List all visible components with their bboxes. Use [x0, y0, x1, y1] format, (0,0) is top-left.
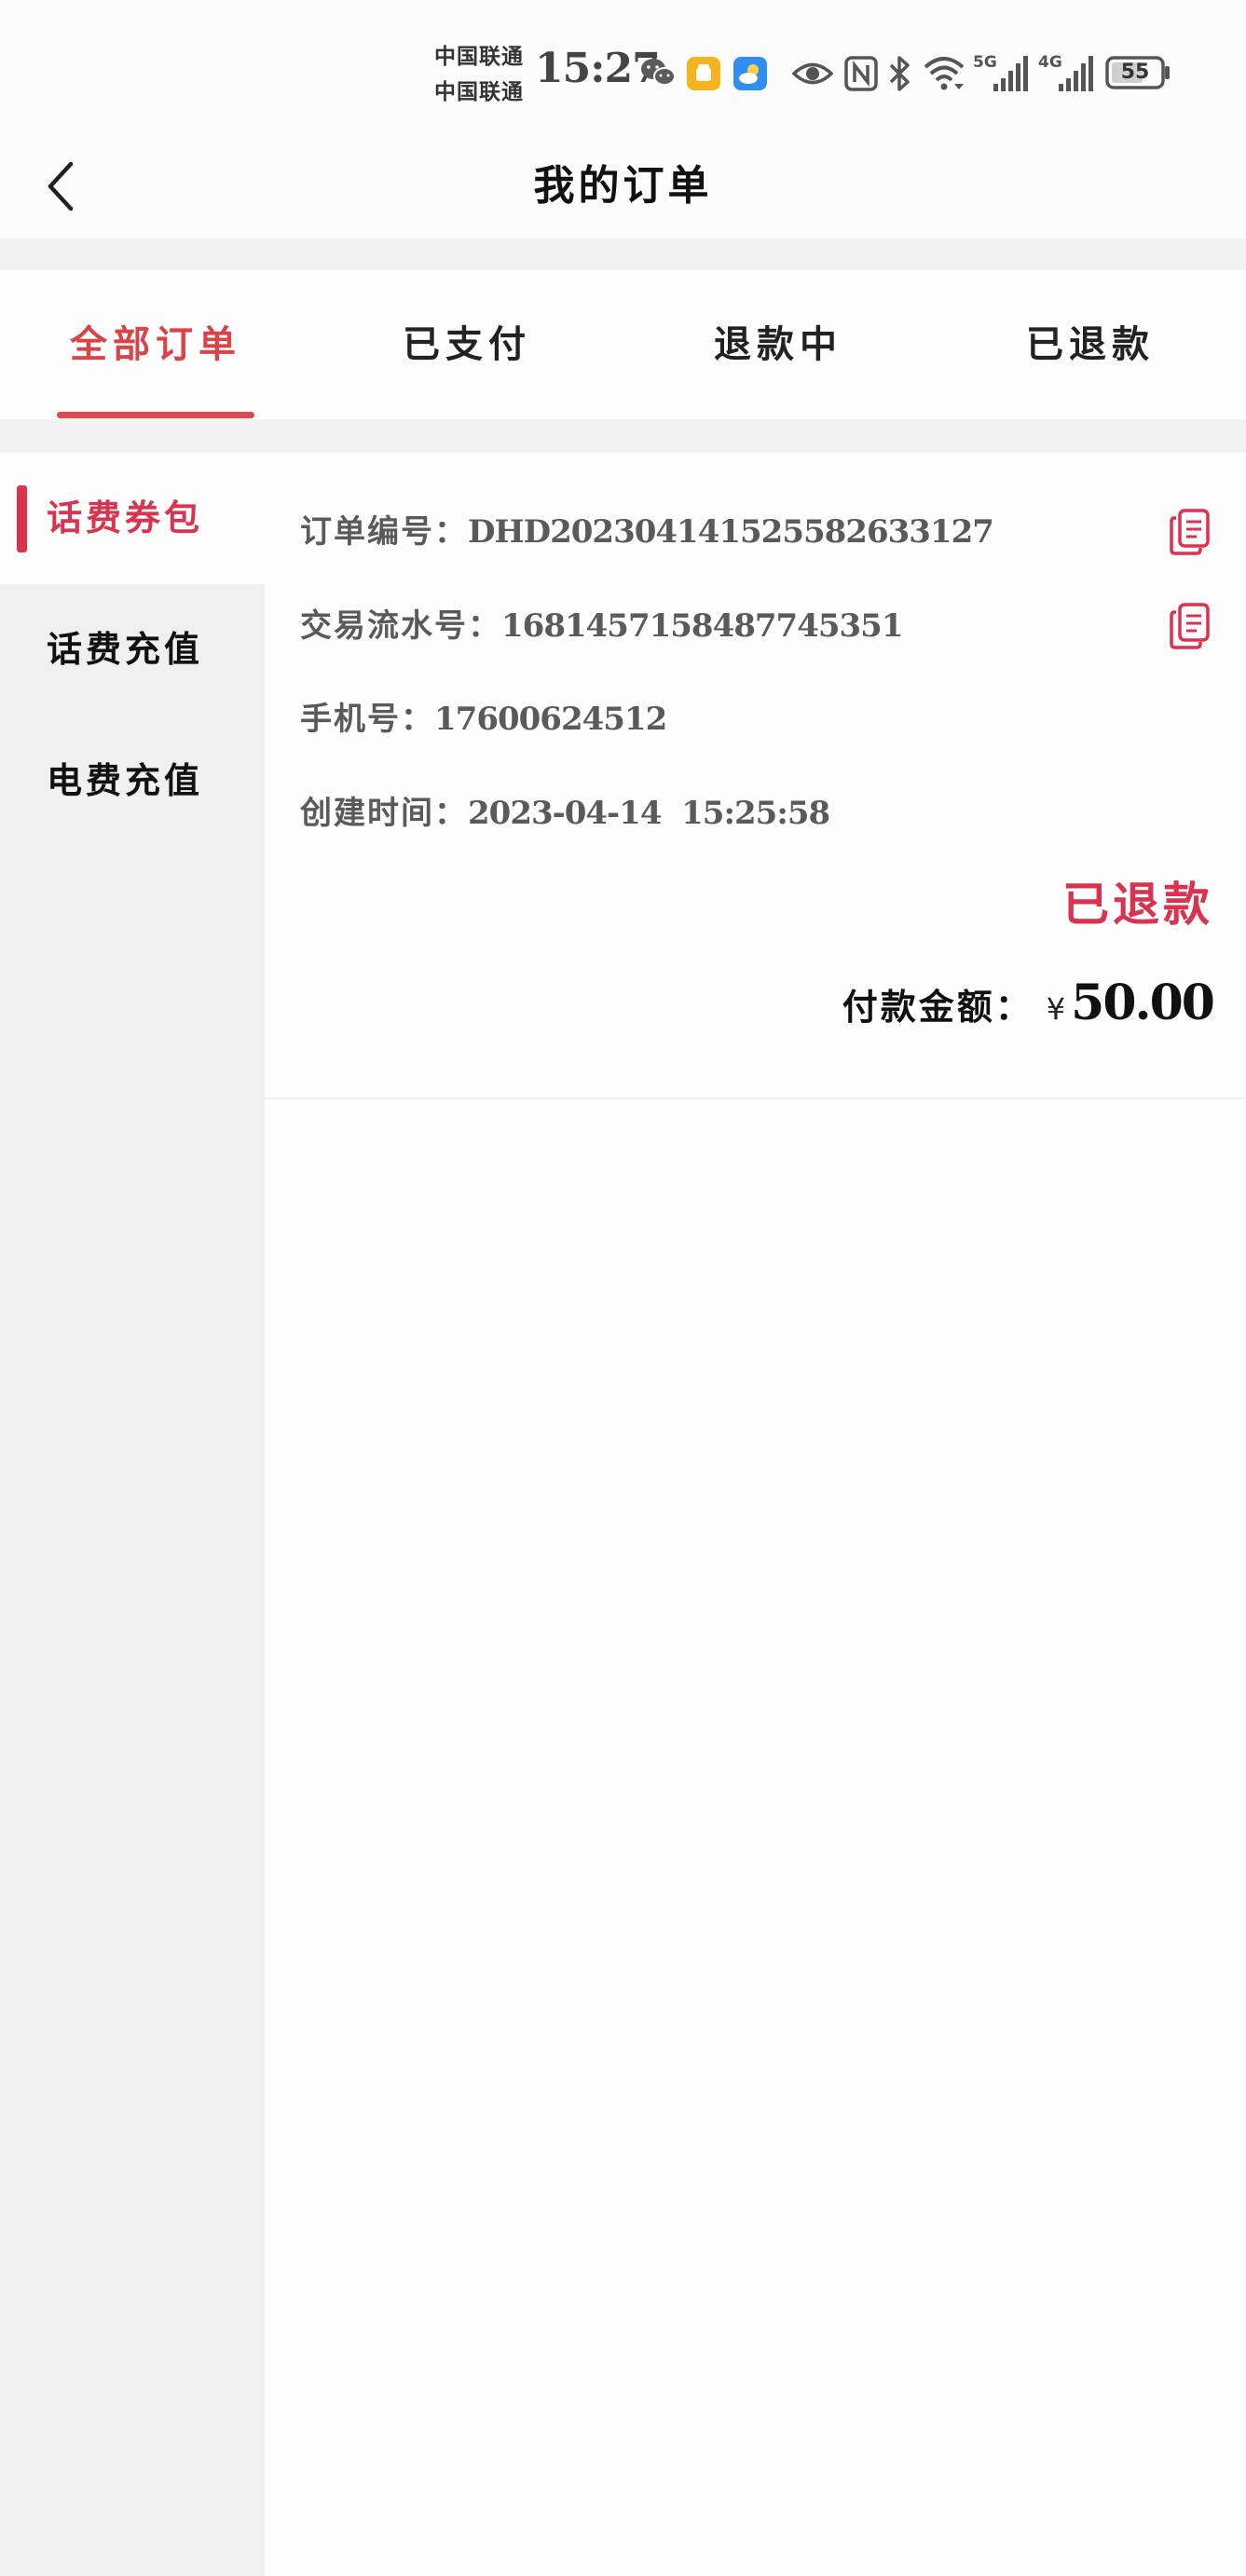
wifi-icon [923, 54, 965, 91]
phone-number-row: 手机号：17600624512 [300, 691, 1213, 747]
payment-amount-row: 付款金额： ¥ 50.00 [842, 975, 1215, 1040]
transaction-number-label: 交易流水号： [300, 607, 501, 645]
copy-icon [1167, 507, 1213, 557]
transaction-number-row: 交易流水号：1681457158487745351 [300, 598, 1213, 654]
order-number-row: 订单编号：DHD20230414152558263312​7 [300, 504, 1213, 560]
payment-amount-label: 付款金额： [842, 987, 1034, 1028]
eye-comfort-icon [792, 60, 833, 97]
app-notification-icon [686, 56, 721, 93]
signal-5g-icon: 5G [971, 50, 1031, 91]
sidebar-item-label: 话费充值 [47, 629, 204, 670]
tab-all-orders[interactable]: 全部订单 [0, 270, 311, 419]
bluetooth-icon [887, 54, 913, 91]
payment-amount-value: 50.00 [1071, 975, 1215, 1031]
category-sidebar: 话费券包 话费充值 电费充值 [0, 453, 265, 2576]
transaction-number-value: 1681457158487745351 [501, 607, 903, 645]
created-time-value: 2023-04-14 15:25:58 [468, 795, 830, 832]
sidebar-item-label: 话费券包 [47, 497, 204, 538]
signal-4g-icon: 4G [1036, 50, 1096, 91]
sidebar-item-electricity-recharge[interactable]: 电费充值 [0, 716, 265, 847]
order-list: 订单编号：DHD20230414152558263312​7 交易流水号：168… [265, 453, 1246, 2576]
order-status-badge: 已退款 [1062, 878, 1213, 932]
tab-refunding[interactable]: 退款中 [623, 270, 934, 419]
app-header: 我的订单 [0, 140, 1246, 239]
carrier-1: 中国联通 [434, 45, 524, 69]
sidebar-active-indicator [17, 485, 27, 552]
weather-app-icon [733, 56, 768, 93]
carrier-2: 中国联通 [434, 80, 524, 104]
sidebar-item-label: 电费充值 [47, 760, 204, 801]
tab-refunded[interactable]: 已退款 [935, 270, 1246, 419]
order-status-tabs: 全部订单 已支付 退款中 已退款 [0, 270, 1246, 419]
sidebar-item-phone-coupons[interactable]: 话费券包 [0, 453, 265, 584]
created-time-label: 创建时间： [300, 795, 468, 832]
created-time-row: 创建时间：2023-04-14 15:25:58 [300, 785, 1213, 841]
phone-number-label: 手机号： [300, 701, 434, 738]
phone-number-value: 17600624512 [434, 701, 667, 738]
svg-text:5G: 5G [973, 53, 997, 72]
copy-icon [1167, 601, 1213, 651]
sidebar-item-phone-recharge[interactable]: 话费充值 [0, 584, 265, 716]
carrier-labels: 中国联通 中国联通 [434, 39, 537, 110]
currency-symbol: ¥ [1046, 991, 1066, 1027]
svg-text:4G: 4G [1038, 53, 1062, 72]
order-number-value: DHD20230414152558263312​7 [468, 513, 994, 551]
order-card: 订单编号：DHD20230414152558263312​7 交易流水号：168… [265, 453, 1246, 1099]
copy-order-number-button[interactable] [1167, 507, 1213, 557]
battery-level: 55 [1120, 61, 1150, 84]
nfc-icon [844, 56, 878, 93]
copy-transaction-number-button[interactable] [1167, 601, 1213, 651]
wechat-icon [639, 56, 677, 93]
active-tab-indicator [57, 412, 254, 418]
battery-icon: 55 [1105, 56, 1171, 93]
order-number-label: 订单编号： [300, 513, 468, 551]
status-bar: 中国联通 中国联通 15:27 5G 4G 55 [0, 0, 1246, 140]
tab-paid[interactable]: 已支付 [311, 270, 623, 419]
page-title: 我的订单 [533, 162, 713, 210]
